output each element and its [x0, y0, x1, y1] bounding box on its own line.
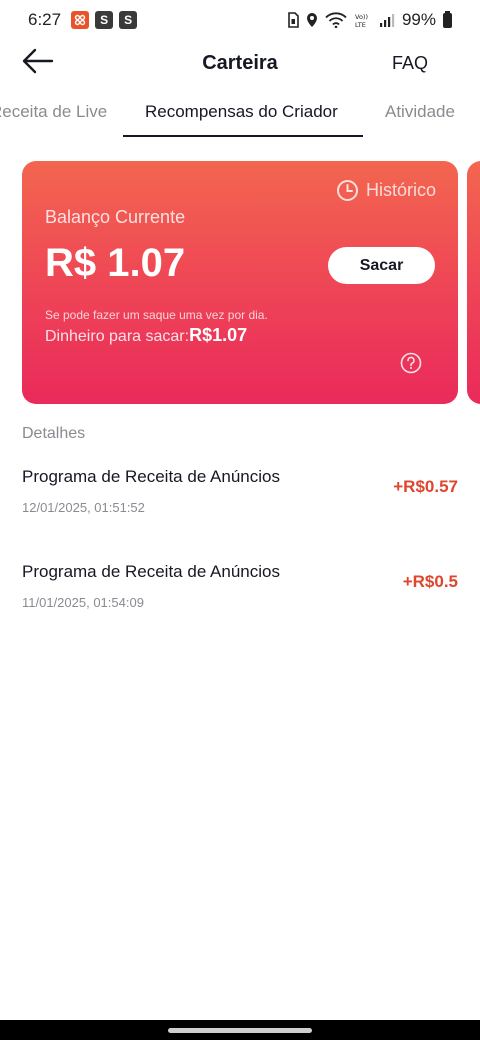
- tab-bar: Receita de Live Recompensas do Criador A…: [0, 92, 480, 138]
- battery-percent: 99%: [401, 10, 436, 29]
- signal-icon: [379, 14, 395, 27]
- question-icon: [400, 352, 422, 374]
- location-icon: [306, 13, 317, 27]
- volte-icon: Vo))LTE: [355, 13, 368, 28]
- wallet-screen: 6:27 S S Vo)) LTE 99% Carteira FAQ Receit…: [0, 0, 480, 1040]
- arrow-left-icon: [22, 48, 54, 74]
- transaction-date: 12/01/2025, 01:51:52: [22, 500, 145, 515]
- help-button[interactable]: [400, 352, 422, 374]
- clock-icon: [336, 180, 358, 201]
- transaction-row[interactable]: Programa de Receita de Anúncios 11/01/20…: [0, 560, 480, 630]
- history-button[interactable]: Histórico: [336, 179, 436, 202]
- balance-card: Histórico Balanço Currente R$ 1.07 Sacar…: [22, 161, 458, 404]
- next-card-peek[interactable]: [467, 161, 480, 404]
- transaction-date: 11/01/2025, 01:54:09: [22, 595, 144, 610]
- svg-text:Vo)): Vo)): [355, 13, 368, 21]
- transaction-row[interactable]: Programa de Receita de Anúncios 12/01/20…: [0, 465, 480, 535]
- tab-live-revenue[interactable]: Receita de Live: [0, 102, 107, 122]
- withdrawable-label: Dinheiro para sacar:: [45, 328, 190, 345]
- withdrawable-row: Dinheiro para sacar:R$1.07: [45, 325, 247, 346]
- status-left: 6:27 S S: [28, 10, 138, 30]
- transaction-amount: +R$0.5: [402, 572, 458, 591]
- s-icon: S: [119, 11, 138, 29]
- transaction-name: Programa de Receita de Anúncios: [22, 467, 280, 486]
- header: Carteira FAQ: [0, 40, 480, 86]
- s-icon: S: [95, 11, 114, 29]
- withdrawable-amount: R$1.07: [189, 325, 248, 345]
- transaction-name: Programa de Receita de Anúncios: [22, 562, 280, 581]
- balance-value: R$ 1.07: [45, 241, 186, 285]
- tab-creator-rewards[interactable]: Recompensas do Criador: [145, 102, 338, 122]
- home-indicator[interactable]: [168, 1028, 312, 1033]
- details-title: Detalhes: [22, 425, 86, 442]
- faq-button[interactable]: FAQ: [392, 53, 428, 74]
- withdraw-note: Se pode fazer um saque uma vez por dia.: [45, 308, 268, 322]
- withdraw-button[interactable]: Sacar: [328, 247, 435, 284]
- sim-icon: [288, 12, 299, 28]
- status-right: Vo)) LTE 99%: [287, 10, 452, 30]
- status-time: 6:27: [28, 10, 62, 29]
- app-notification-icon: [71, 11, 90, 29]
- back-button[interactable]: [20, 46, 56, 76]
- status-bar: 6:27 S S Vo)) LTE 99%: [0, 0, 480, 40]
- tab-activity[interactable]: Atividade: [385, 102, 455, 122]
- battery-icon: [443, 10, 452, 28]
- active-tab-indicator: [123, 135, 363, 137]
- history-label: Histórico: [365, 180, 436, 200]
- balance-label: Balanço Currente: [45, 207, 186, 227]
- transaction-amount: +R$0.57: [393, 477, 458, 496]
- system-nav-bar: [0, 1020, 480, 1040]
- wifi-icon: [325, 12, 347, 28]
- svg-text:LTE: LTE: [355, 21, 366, 28]
